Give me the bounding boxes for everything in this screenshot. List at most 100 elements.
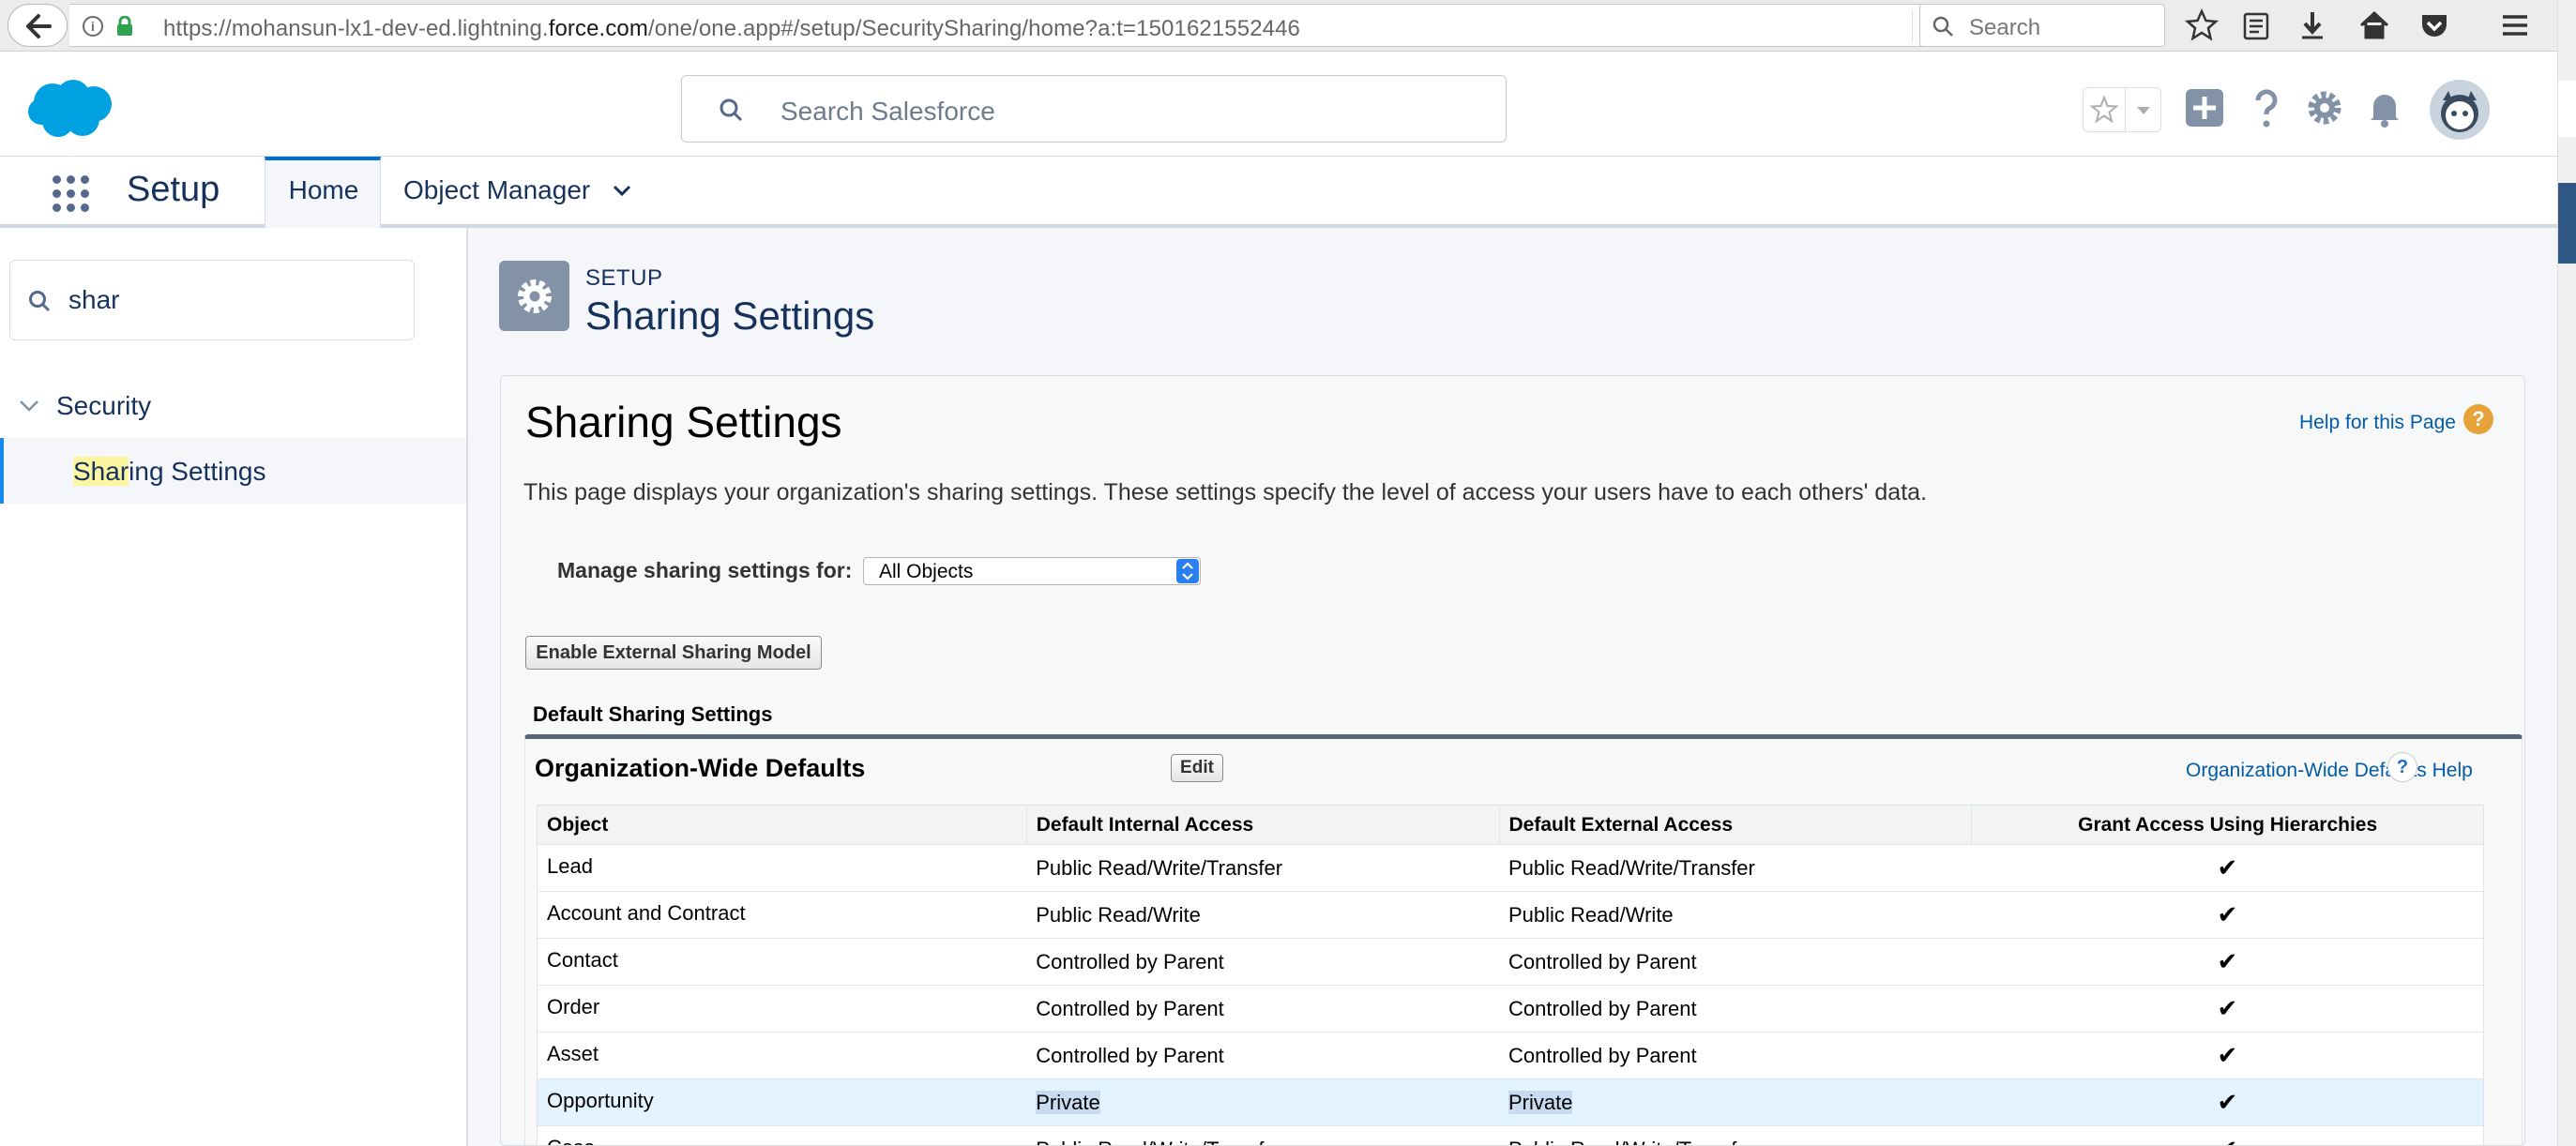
table-header-row: Object Default Internal Access Default E… [537,805,2484,845]
global-search-placeholder: Search Salesforce [780,97,995,126]
cell-internal-access: Public Read/Write/Transfer [1026,1125,1499,1145]
app-launcher-icon[interactable] [53,175,90,213]
cell-internal-access: Controlled by Parent [1026,938,1499,986]
table-row: Lead Public Read/Write/Transfer Public R… [537,844,2484,892]
cell-internal-access: Public Read/Write [1026,891,1499,939]
sidebar-item-sharing-settings[interactable]: Sharing Settings [0,438,466,504]
column-header-external: Default External Access [1498,805,1973,845]
help-icon[interactable]: ? [2387,752,2417,782]
table-row: Asset Controlled by Parent Controlled by… [537,1032,2484,1079]
cell-external-access: Controlled by Parent [1499,938,1972,986]
cell-object: Account and Contract [537,891,1027,939]
checkmark-icon: ✔ [1971,844,2484,892]
cell-internal-access: Private [1026,1078,1499,1126]
tab-home-label: Home [288,175,359,204]
home-icon[interactable] [2356,8,2392,43]
browser-search-placeholder: Search [1969,15,2041,40]
select-arrows-icon [1176,559,1199,583]
manage-settings-label: Manage sharing settings for: [557,558,853,582]
user-avatar[interactable] [2430,80,2490,140]
chevron-down-icon[interactable] [612,183,632,198]
page-description: This page displays your organization's s… [523,479,1928,505]
cell-object: Case [537,1125,1027,1145]
setup-sidebar: shar Security Sharing Settings [0,228,468,1146]
owd-help-link[interactable]: Organization-Wide Defaults Help [2186,760,2473,782]
tab-home[interactable]: Home [265,157,381,228]
manage-settings-value: All Objects [879,561,974,582]
table-row: Account and Contract Public Read/Write P… [537,891,2484,939]
download-icon[interactable] [2295,8,2330,43]
cell-external-access: Public Read/Write [1499,891,1972,939]
checkmark-icon: ✔ [1971,1125,2484,1145]
cell-internal-access: Controlled by Parent [1026,985,1499,1033]
page-scrollbar[interactable] [2557,0,2576,1146]
favorite-star-icon[interactable] [2084,88,2125,131]
app-name: Setup [127,170,220,209]
notifications-bell-icon[interactable] [2362,85,2407,130]
favorites-list-chevron-icon[interactable] [2126,88,2161,131]
checkmark-icon: ✔ [1971,891,2484,939]
default-sharing-settings-label: Default Sharing Settings [533,702,773,726]
cell-object: Contact [537,938,1027,986]
checkmark-icon: ✔ [1971,1032,2484,1079]
page-eyebrow: SETUP [585,265,663,291]
cell-internal-access: Public Read/Write/Transfer [1026,844,1499,892]
url-bar[interactable]: i https://mohansun-lx1-dev-ed.lightning.… [69,4,1950,47]
cell-internal-access: Controlled by Parent [1026,1032,1499,1079]
sidebar-item-sharing-label: Sharing Settings [73,457,266,486]
checkmark-icon: ✔ [1971,985,2484,1033]
card-title: Sharing Settings [525,398,842,446]
table-row: Case Public Read/Write/Transfer Public R… [537,1125,2484,1145]
quick-find-input[interactable]: shar [9,260,415,340]
global-actions-plus-icon[interactable] [2182,85,2227,130]
global-search-input[interactable]: Search Salesforce [681,75,1507,143]
back-button[interactable] [8,4,68,47]
info-icon[interactable]: i [83,16,103,37]
bookmark-star-icon[interactable] [2184,8,2220,43]
sharing-settings-card: Sharing Settings Help for this Page ? Th… [500,375,2525,1146]
gear-icon [518,279,552,313]
owd-title: Organization-Wide Defaults [535,754,866,782]
browser-search-field[interactable]: Search [1919,4,2165,47]
table-row: Order Controlled by Parent Controlled by… [537,985,2484,1033]
checkmark-icon: ✔ [1971,938,2484,986]
checkmark-icon: ✔ [1971,1078,2484,1126]
help-for-this-page-link[interactable]: Help for this Page [2299,412,2456,434]
reading-list-icon[interactable] [2238,8,2274,43]
global-header: Search Salesforce [0,52,2557,157]
pocket-icon[interactable] [2417,8,2452,43]
cell-object: Order [537,985,1027,1033]
column-header-internal: Default Internal Access [1025,805,1500,845]
search-match-highlight: Shar [73,457,129,486]
help-question-icon[interactable] [2244,85,2289,130]
sidebar-item-security[interactable]: Security [0,387,466,429]
scrollbar-track-segment [2558,81,2576,137]
edit-button[interactable]: Edit [1171,754,1223,782]
back-arrow-icon [26,14,52,38]
menu-icon[interactable] [2497,8,2533,43]
tab-object-manager[interactable]: Object Manager [403,175,590,205]
lock-icon [117,16,132,36]
manage-settings-select[interactable]: All Objects [863,557,1201,585]
cell-object: Lead [537,844,1027,892]
url-divider [1912,10,1913,42]
table-row-highlighted: Opportunity Private Private ✔ [537,1078,2484,1126]
scrollbar-thumb[interactable] [2558,183,2576,264]
main-content: SETUP Sharing Settings Sharing Settings … [468,228,2557,1146]
salesforce-logo-icon[interactable] [26,78,114,140]
astro-avatar-icon [2441,91,2478,132]
cell-external-access: Controlled by Parent [1499,985,1972,1033]
cell-external-access: Public Read/Write/Transfer [1499,844,1972,892]
setup-gear-icon[interactable] [2302,85,2347,130]
cell-external-access: Public Read/Write/Transfer [1499,1125,1972,1145]
column-header-object: Object [537,805,1027,845]
search-icon [720,98,743,122]
setup-navigation-bar: Setup Home Object Manager [0,157,2557,228]
search-icon [1932,16,1953,37]
chevron-down-icon[interactable] [19,399,39,414]
url-text[interactable]: https://mohansun-lx1-dev-ed.lightning.fo… [163,16,1300,42]
help-icon[interactable]: ? [2463,404,2493,434]
column-header-grant: Grant Access Using Hierarchies [1971,805,2484,845]
favorites-button[interactable] [2083,87,2161,132]
enable-external-sharing-button[interactable]: Enable External Sharing Model [525,636,822,670]
